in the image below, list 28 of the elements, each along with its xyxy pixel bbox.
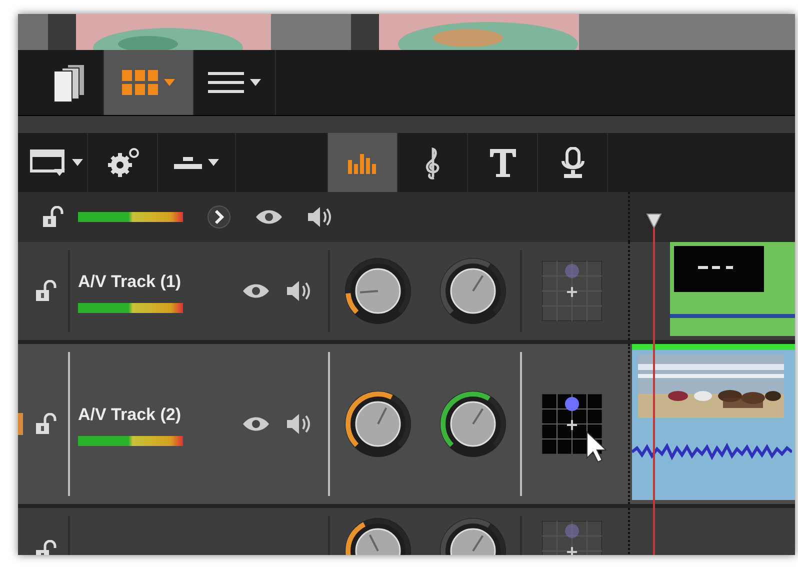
track-name: A/V Track (2): [78, 404, 182, 426]
title-clip[interactable]: [670, 242, 795, 336]
mouse-pointer-icon: [586, 431, 608, 463]
speaker-icon[interactable]: [286, 280, 312, 302]
treble-clef-icon: [424, 146, 442, 180]
eye-icon[interactable]: [255, 209, 283, 225]
insert-icon: [174, 154, 202, 170]
expand-button[interactable]: [207, 205, 231, 229]
track-header[interactable]: A/V Track (2): [18, 344, 795, 508]
grid-icon: [122, 70, 158, 96]
video-clip[interactable]: [632, 344, 795, 500]
stack-icon: [52, 62, 86, 102]
lock-icon[interactable]: [34, 280, 56, 302]
eye-icon[interactable]: [242, 283, 270, 299]
track-layout-icon: [30, 148, 66, 176]
mixer-icon: [348, 152, 378, 174]
eye-icon[interactable]: [242, 416, 270, 432]
settings-icon: [106, 146, 140, 178]
speaker-icon[interactable]: [286, 413, 312, 435]
lock-icon[interactable]: [42, 206, 64, 228]
track-header[interactable]: A/V Track (1): [18, 242, 795, 344]
lock-icon[interactable]: [34, 413, 56, 435]
list-icon: [208, 72, 244, 94]
pan-grid[interactable]: [542, 394, 602, 454]
track-name: A/V Track (1): [78, 271, 182, 294]
speaker-icon[interactable]: [307, 206, 333, 228]
microphone-icon: [560, 146, 584, 178]
text-icon: [488, 148, 516, 178]
